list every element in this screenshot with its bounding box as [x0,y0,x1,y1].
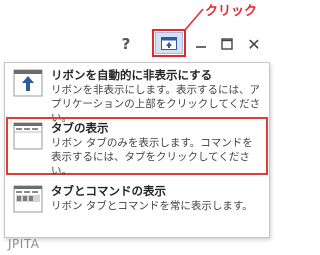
menu-item-show-tabs-and-commands[interactable]: タブとコマンドの表示 リボン タブとコマンドを常に表示します。 [9,181,265,231]
menu-item-title: リボンを自動的に非表示にする [51,68,213,82]
maximize-button[interactable] [218,33,236,55]
maximize-icon [221,38,233,50]
menu-item-description: リボン タブのみを表示します。コマンドを表示するには、タブをクリックしてください… [51,137,253,177]
menu-item-title: タブの表示 [51,121,109,135]
ribbon-display-options-icon [161,36,177,50]
menu-item-auto-hide-ribbon[interactable]: リボンを自動的に非表示にする リボンを非表示にします。表示するには、アプリケーシ… [9,65,265,124]
menu-item-title: タブとコマンドの表示 [51,184,166,198]
auto-hide-ribbon-icon [13,69,43,97]
minimize-icon [196,46,206,48]
help-button[interactable]: ? [117,33,135,55]
show-tabs-icon [13,122,43,150]
close-button[interactable]: ✕ [244,33,264,55]
watermark: JPITA [8,237,40,251]
minimize-button[interactable] [192,33,210,55]
ribbon-display-options-button[interactable] [152,29,186,57]
ribbon-display-options-menu: リボンを自動的に非表示にする リボンを非表示にします。表示するには、アプリケーシ… [4,62,270,238]
menu-item-description: リボン タブとコマンドを常に表示します。 [51,200,253,212]
menu-item-show-tabs[interactable]: タブの表示 リボン タブのみを表示します。コマンドを表示するには、タブをクリック… [6,117,268,177]
show-tabs-and-commands-icon [13,185,43,213]
